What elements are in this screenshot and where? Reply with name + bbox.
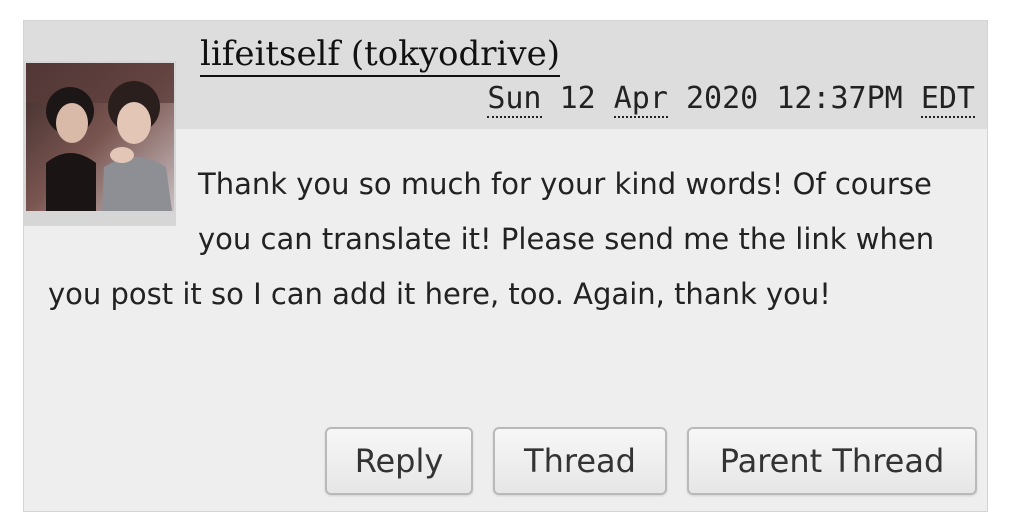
date-timezone: EDT (920, 81, 975, 118)
date-day: 12 (559, 81, 596, 116)
date-time: 12:37PM (776, 81, 903, 116)
date-year: 2020 (686, 81, 759, 116)
comment-datetime: Sun 12 Apr 2020 12:37PM EDT (487, 79, 975, 119)
comment-actions: Reply Thread Parent Thread (325, 427, 977, 495)
date-weekday: Sun (487, 81, 542, 118)
date-month: Apr (613, 81, 668, 118)
parent-thread-button[interactable]: Parent Thread (687, 427, 977, 495)
reply-button[interactable]: Reply (325, 427, 473, 495)
poster-name[interactable]: lifeitself (tokyodrive) (200, 33, 560, 77)
thread-button[interactable]: Thread (493, 427, 667, 495)
userpic-wrap-spacer (48, 157, 198, 259)
comment-body: Thank you so much for your kind words! O… (48, 157, 966, 322)
comment-container: lifeitself (tokyodrive) Sun 12 Apr 2020 … (23, 20, 988, 512)
